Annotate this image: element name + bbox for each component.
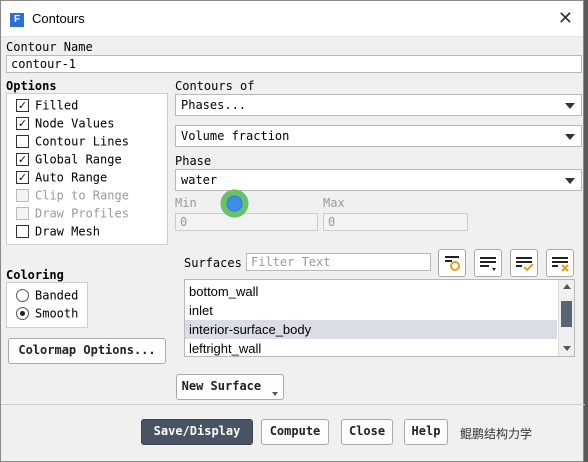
checkbox-indicator[interactable]: ✓ — [16, 171, 29, 184]
scroll-up-icon[interactable] — [563, 284, 571, 289]
surfaces-list[interactable]: bottom_wall inlet interior-surface_body lef… — [184, 279, 575, 357]
chevron-down-icon — [272, 392, 279, 396]
save-display-button[interactable]: Save/Display — [141, 419, 253, 445]
option-label: Clip to Range — [35, 188, 129, 203]
checkbox-indicator[interactable]: ✓ — [16, 153, 29, 166]
min-input[interactable]: 0 — [175, 213, 318, 231]
close-icon[interactable]: ✕ — [558, 8, 573, 29]
deselect-all-button[interactable] — [546, 249, 574, 277]
select-all-button[interactable] — [510, 249, 538, 277]
option-draw-profiles-checkbox[interactable]: Draw Profiles — [16, 206, 129, 222]
checkbox-indicator[interactable]: ✓ — [16, 117, 29, 130]
banded-label: Banded — [35, 288, 79, 303]
option-draw-mesh-checkbox[interactable]: Draw Mesh — [16, 224, 100, 240]
option-auto-range-checkbox[interactable]: ✓ Auto Range — [16, 170, 107, 186]
smooth-label: Smooth — [35, 306, 79, 321]
close-button[interactable]: Close — [341, 419, 393, 445]
contours-dialog: F Contours ✕ Contour Name contour-1 Opti… — [0, 0, 585, 462]
options-label: Options — [6, 79, 57, 93]
option-label: Contour Lines — [35, 134, 129, 149]
help-button[interactable]: Help — [404, 419, 448, 445]
scroll-down-icon[interactable] — [563, 346, 571, 351]
option-label: Auto Range — [35, 170, 108, 185]
scroll-thumb[interactable] — [561, 301, 572, 327]
surfaces-label: Surfaces — [184, 256, 242, 270]
compute-button[interactable]: Compute — [261, 419, 329, 445]
contours-of-category-select[interactable]: Phases... — [175, 94, 582, 116]
checkbox-indicator[interactable]: ✓ — [16, 99, 29, 112]
deselect-all-icon — [552, 257, 569, 272]
phase-label: Phase — [175, 154, 212, 168]
option-label: Filled — [35, 98, 79, 113]
option-filled-checkbox[interactable]: ✓ Filled — [16, 98, 78, 114]
max-input[interactable]: 0 — [323, 213, 468, 231]
contour-name-label: Contour Name — [6, 40, 93, 54]
list-options-button[interactable] — [474, 249, 502, 277]
banded-radio-indicator[interactable] — [16, 289, 29, 302]
new-surface-label: New Surface — [181, 379, 262, 393]
phase-value: water — [181, 173, 218, 187]
footer-divider — [1, 404, 585, 405]
option-label: Node Values — [35, 116, 115, 131]
min-label: Min — [175, 196, 197, 210]
contour-name-input[interactable]: contour-1 — [6, 55, 582, 73]
option-contour-lines-checkbox[interactable]: Contour Lines — [16, 134, 129, 150]
checkbox-indicator[interactable] — [16, 189, 29, 202]
surface-list-item[interactable]: leftright_wall — [185, 339, 557, 356]
max-label: Max — [323, 196, 345, 210]
surfaces-scrollbar[interactable] — [558, 280, 574, 356]
coloring-group: Banded Smooth — [6, 282, 88, 328]
contours-of-variable-select[interactable]: Volume fraction — [175, 125, 582, 147]
fluent-app-icon: F — [10, 13, 24, 27]
colormap-options-button[interactable]: Colormap Options... — [8, 338, 166, 364]
option-label: Draw Mesh — [35, 224, 101, 239]
chevron-down-icon — [565, 134, 575, 140]
checkbox-indicator[interactable] — [16, 207, 29, 220]
watermark-text: 鲲鹏结构力学 — [460, 427, 533, 441]
phase-select[interactable]: water — [175, 169, 582, 191]
category-value: Phases... — [181, 98, 247, 112]
title-bar: F Contours ✕ — [1, 1, 583, 37]
filter-toggle-button[interactable] — [438, 249, 466, 277]
smooth-radio-indicator[interactable] — [16, 307, 29, 320]
surfaces-filter-input[interactable]: Filter Text — [246, 253, 431, 271]
coloring-smooth-radio[interactable]: Smooth — [16, 306, 78, 322]
surface-list-item[interactable]: inlet — [185, 301, 557, 320]
window-title: Contours — [32, 11, 85, 26]
chevron-down-icon — [565, 178, 575, 184]
option-label: Global Range — [35, 152, 122, 167]
select-all-icon — [516, 257, 534, 272]
list-menu-icon — [480, 257, 496, 271]
surface-list-item[interactable]: bottom_wall — [185, 282, 557, 301]
cursor-highlight — [220, 189, 249, 218]
coloring-banded-radio[interactable]: Banded — [16, 288, 78, 304]
new-surface-button[interactable]: New Surface — [176, 374, 284, 400]
checkbox-indicator[interactable] — [16, 135, 29, 148]
option-label: Draw Profiles — [35, 206, 129, 221]
option-clip-to-range-checkbox[interactable]: Clip to Range — [16, 188, 129, 204]
option-node-values-checkbox[interactable]: ✓ Node Values — [16, 116, 114, 132]
chevron-down-icon — [565, 103, 575, 109]
coloring-label: Coloring — [6, 268, 64, 282]
options-group: ✓ Filled ✓ Node Values Contour Lines ✓ Global … — [6, 93, 168, 245]
filter-list-icon — [445, 256, 460, 271]
variable-value: Volume fraction — [181, 129, 290, 143]
checkbox-indicator[interactable] — [16, 225, 29, 238]
surface-list-item[interactable]: interior-surface_body — [185, 320, 557, 339]
contours-of-label: Contours of — [175, 79, 255, 93]
option-global-range-checkbox[interactable]: ✓ Global Range — [16, 152, 122, 168]
